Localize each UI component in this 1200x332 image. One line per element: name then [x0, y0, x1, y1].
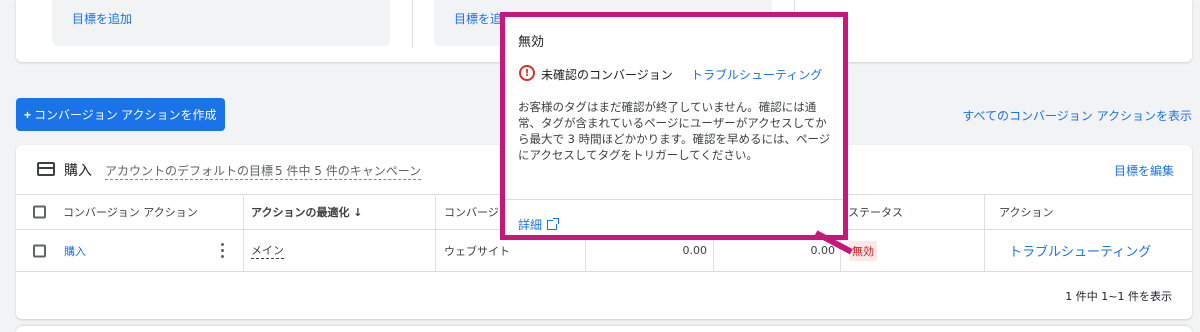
row-troubleshoot-link[interactable]: トラブルシューティング	[1009, 241, 1151, 260]
show-all-conversion-actions-link[interactable]: すべてのコンバージョン アクションを表示	[962, 107, 1192, 124]
create-conversion-action-button[interactable]: + コンバージョン アクションを作成	[16, 98, 225, 131]
details-link-label: 詳細	[518, 218, 543, 232]
col-header-status[interactable]: ステータス	[848, 195, 903, 229]
details-link[interactable]: 詳細	[518, 216, 560, 233]
add-goal-link-1[interactable]: 目標を追加	[72, 10, 132, 27]
tooltip-status: 未確認のコンバージョン	[541, 68, 673, 82]
row-action-name-link[interactable]: 購入	[64, 230, 86, 271]
plus-icon: +	[24, 107, 32, 122]
select-all-checkbox[interactable]	[33, 205, 46, 219]
campaign-count-label[interactable]: 5 件中 5 件のキャンペーン	[275, 162, 422, 180]
row-checkbox[interactable]	[33, 244, 46, 257]
divider	[412, 0, 413, 48]
error-icon: !	[519, 65, 535, 81]
open-in-new-icon	[547, 217, 560, 230]
default-goal-label[interactable]: アカウントのデフォルトの目標	[105, 162, 274, 180]
goal-box-1: 目標を追加	[52, 0, 390, 46]
divider	[505, 199, 843, 200]
credit-card-icon	[37, 162, 55, 176]
pagination-info: 1 件中 1~1 件を表示	[1065, 290, 1172, 303]
tooltip-description: お客様のタグはまだ確認が終了していません。確認には通常、タグが含まれているページ…	[518, 100, 831, 162]
tooltip-title: 無効	[518, 35, 545, 50]
create-button-label: コンバージョン アクションを作成	[34, 108, 217, 122]
more-vert-icon[interactable]	[221, 243, 225, 259]
status-tooltip: 無効 ! 未確認のコンバージョン トラブルシューティング お客様のタグはまだ確認…	[500, 12, 848, 240]
tooltip-troubleshoot-link[interactable]: トラブルシューティング	[691, 66, 822, 83]
col-header-actions: アクション	[999, 206, 1054, 219]
row-optimization[interactable]: メイン	[251, 242, 284, 259]
next-card-edge	[16, 326, 1192, 332]
status-badge[interactable]: 無効	[849, 240, 877, 261]
edit-goal-link[interactable]: 目標を編集	[1114, 162, 1174, 179]
col-header-optimization[interactable]: アクションの最適化 ↓	[251, 195, 363, 229]
col-header-action[interactable]: コンバージョン アクション	[63, 195, 198, 229]
card-title: 購入	[64, 163, 92, 179]
